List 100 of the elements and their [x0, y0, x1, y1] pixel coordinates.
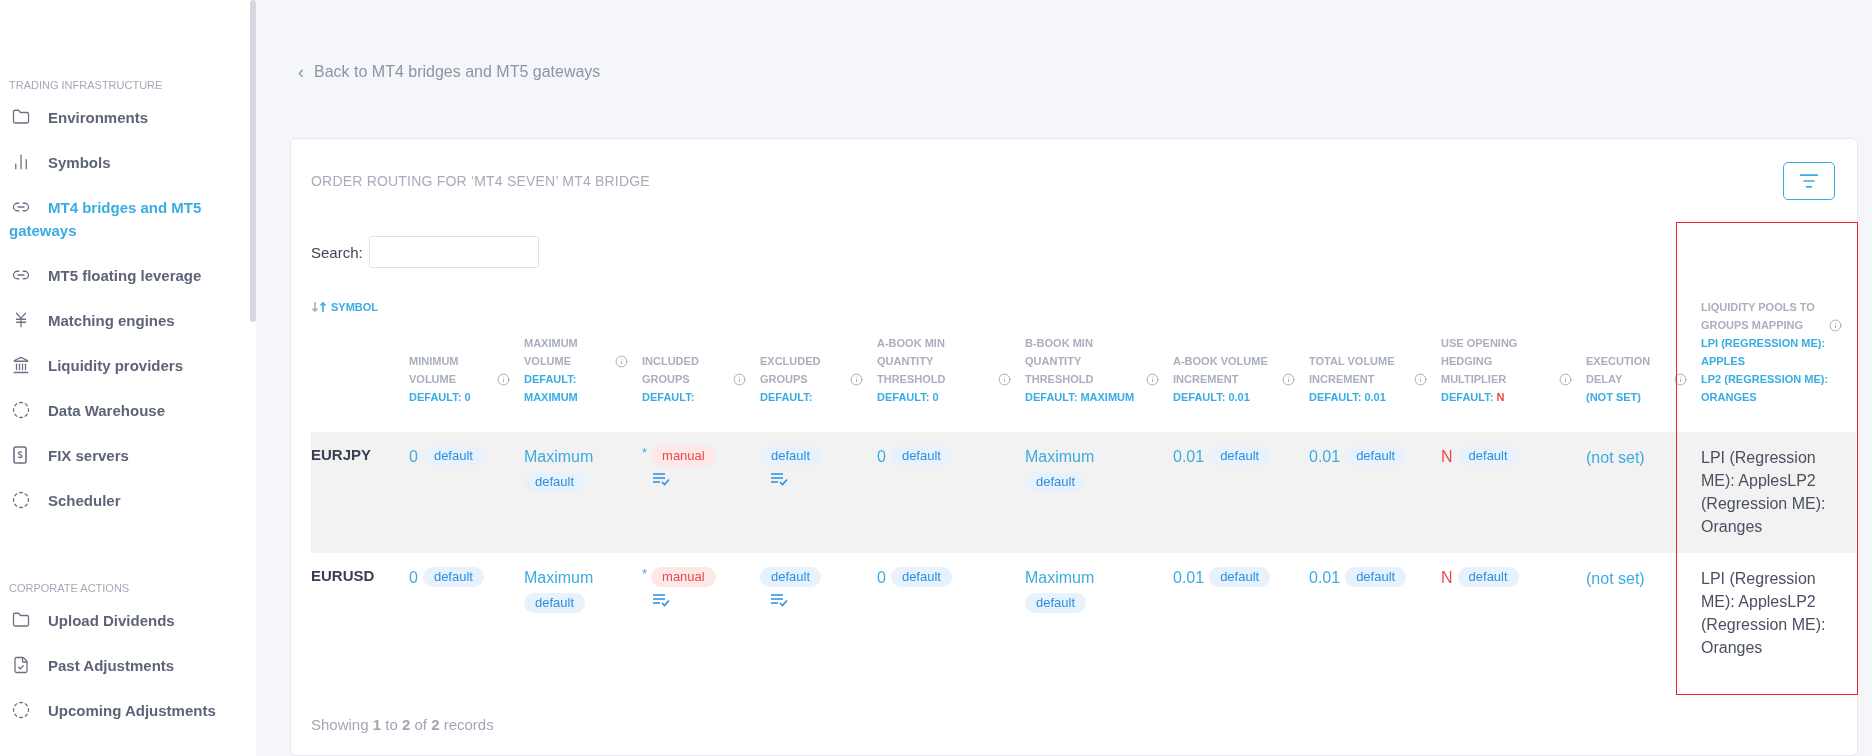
info-icon[interactable]	[998, 373, 1011, 386]
info-icon[interactable]	[497, 373, 510, 386]
sidebar-item[interactable]: Upload Dividends	[0, 598, 248, 643]
symbol-cell: EURJPY	[311, 446, 372, 463]
section-title: CORPORATE ACTIONS	[8, 581, 131, 596]
document-icon	[12, 446, 28, 464]
info-icon[interactable]	[1559, 373, 1572, 386]
info-icon[interactable]	[615, 355, 628, 368]
column-header: USE OPENING HEDGING MULTIPLIER	[1441, 336, 1519, 387]
bar-chart-icon	[12, 153, 30, 171]
column-header: A-BOOK MIN QUANTITY THRESHOLD	[877, 336, 947, 387]
symbol-cell: EURUSD	[311, 567, 375, 584]
default-label: LP2 (REGRESSION ME): ORANGES	[1701, 372, 1830, 405]
default-label: DEFAULT:	[642, 390, 695, 405]
sidebar-item[interactable]: Data Warehouse	[0, 388, 248, 433]
status-tag: default	[890, 446, 952, 466]
sidebar-item[interactable]: MT5 floating leverage	[0, 253, 248, 298]
column-header: MAXIMUM VOLUME	[524, 336, 579, 369]
info-icon[interactable]	[733, 373, 746, 386]
column-header: TOTAL VOLUME INCREMENT	[1309, 354, 1396, 387]
status-tag: default	[1457, 567, 1519, 587]
section-title: TRADING INFRASTRUCTURE	[8, 78, 164, 93]
filter-button[interactable]	[1783, 162, 1835, 200]
sidebar-item[interactable]: Upcoming Adjustments	[0, 688, 248, 733]
sidebar-item[interactable]: Liquidity providers	[0, 343, 248, 388]
column-header: EXCLUDED GROUPS	[760, 354, 822, 387]
status-tag: default	[1209, 567, 1271, 587]
sidebar-item[interactable]: Scheduler	[0, 478, 248, 523]
default-label: DEFAULT: MAXIMUM	[1025, 390, 1135, 405]
column-header: MINIMUM VOLUME	[409, 354, 460, 387]
column-header: INCLUDED GROUPS	[642, 354, 700, 387]
column-header: EXECUTION DELAY	[1586, 354, 1652, 387]
cell-text: (not set)	[1586, 569, 1645, 589]
status-tag: default	[422, 567, 484, 587]
list-check-icon[interactable]	[770, 472, 788, 486]
info-icon[interactable]	[1146, 373, 1159, 386]
bank-icon	[12, 356, 30, 374]
sidebar-item[interactable]: Environments	[0, 95, 248, 140]
document-check-icon	[12, 656, 30, 674]
list-check-icon[interactable]	[652, 593, 670, 607]
status-tag: default	[890, 567, 952, 587]
cell-value: 0	[877, 568, 886, 588]
default-label: LPI (REGRESSION ME): APPLES	[1701, 336, 1827, 369]
sidebar-item[interactable]: Past Adjustments	[0, 643, 248, 688]
default-label: DEFAULT:	[760, 390, 813, 405]
default-label: MAXIMUM	[524, 390, 578, 405]
info-icon[interactable]	[850, 373, 863, 386]
sidebar-item[interactable]: FIX servers	[0, 433, 248, 478]
status-tag: default	[1025, 593, 1087, 613]
asterisk-mark: *	[642, 446, 648, 462]
cell-value: 0.01	[1309, 447, 1341, 467]
list-check-icon[interactable]	[770, 593, 788, 607]
folder-icon	[12, 611, 30, 629]
cell-value: 0.01	[1173, 447, 1205, 467]
status-tag: default	[760, 567, 822, 587]
status-tag: default	[1345, 567, 1407, 587]
cell-value: 0	[409, 447, 418, 467]
cell-text: LPI (Regression ME): ApplesLP2 (Regression ME): Oranges	[1701, 569, 1827, 658]
status-tag: default	[1345, 446, 1407, 466]
dashed-circle-icon	[12, 401, 30, 419]
default-label: DEFAULT: 0	[877, 390, 939, 405]
column-header: A-BOOK VOLUME INCREMENT	[1173, 354, 1269, 387]
status-tag: manual	[651, 567, 716, 587]
info-icon[interactable]	[1674, 373, 1687, 386]
cell-value: 0	[409, 568, 418, 588]
info-icon[interactable]	[1414, 373, 1427, 386]
status-tag: default	[422, 446, 484, 466]
asterisk-mark: *	[642, 567, 648, 583]
column-header: B-BOOK MIN QUANTITY THRESHOLD	[1025, 336, 1095, 387]
cell-value: Maximum	[524, 568, 594, 588]
dashed-circle-icon	[12, 701, 30, 719]
default-label: DEFAULT:	[524, 372, 577, 387]
status-tag: default	[1025, 472, 1087, 492]
status-tag: default	[1209, 446, 1271, 466]
status-tag: manual	[651, 446, 716, 466]
sidebar-item[interactable]: Matching engines	[0, 298, 248, 343]
info-icon[interactable]	[1282, 373, 1295, 386]
column-header: LIQUIDITY POOLS TO GROUPS MAPPING	[1701, 300, 1816, 333]
folder-icon	[12, 108, 30, 126]
list-check-icon[interactable]	[652, 472, 670, 486]
default-label: DEFAULT: N	[1441, 390, 1505, 405]
filter-icon	[1799, 171, 1819, 191]
cell-value: Maximum	[1025, 568, 1095, 588]
cell-text: LPI (Regression ME): ApplesLP2 (Regression ME): Oranges	[1701, 448, 1827, 537]
search-field[interactable]	[368, 236, 539, 268]
status-tag: default	[760, 446, 822, 466]
cell-value: N	[1441, 447, 1453, 467]
info-icon[interactable]	[1829, 319, 1842, 332]
cell-value: N	[1441, 568, 1453, 588]
dashed-circle-icon	[12, 491, 30, 509]
default-label: DEFAULT: 0.01	[1173, 390, 1250, 405]
scrollbar-thumb[interactable]	[250, 0, 256, 322]
cell-value: 0.01	[1173, 568, 1205, 588]
default-label: DEFAULT: 0	[409, 390, 471, 405]
card-title: ORDER ROUTING FOR ‘MT4 SEVEN’ MT4 BRIDGE	[311, 173, 650, 189]
default-label: DEFAULT: 0.01	[1309, 390, 1386, 405]
search-label: Search:	[311, 243, 363, 261]
cell-value: Maximum	[524, 447, 594, 467]
cell-value: 0	[877, 447, 886, 467]
sidebar-item[interactable]: Symbols	[0, 140, 248, 185]
